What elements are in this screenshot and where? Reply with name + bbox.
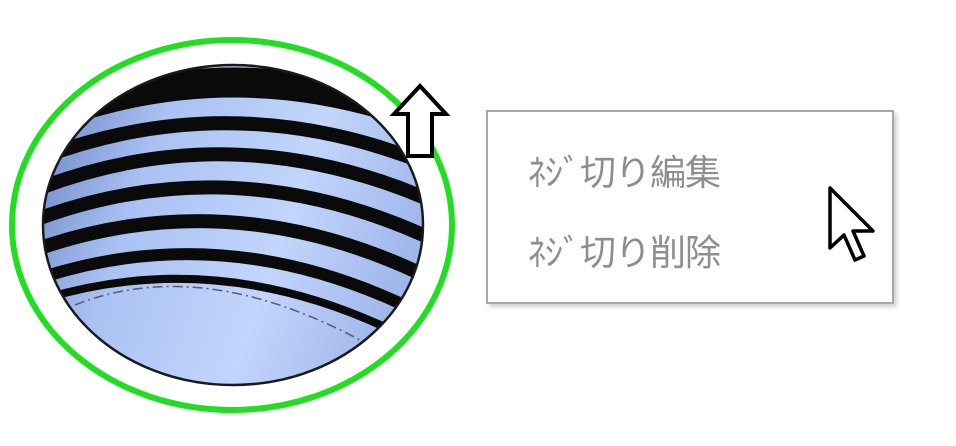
up-arrow-icon[interactable]	[389, 83, 451, 158]
threaded-bore[interactable]	[30, 50, 450, 400]
menu-item-edit-thread[interactable]: ﾈｼﾞ切り編集	[528, 144, 721, 196]
menu-item-delete-thread[interactable]: ﾈｼﾞ切り削除	[528, 224, 721, 276]
cad-viewport[interactable]: ﾈｼﾞ切り編集 ﾈｼﾞ切り削除	[0, 0, 956, 446]
mouse-cursor-icon	[828, 186, 875, 262]
